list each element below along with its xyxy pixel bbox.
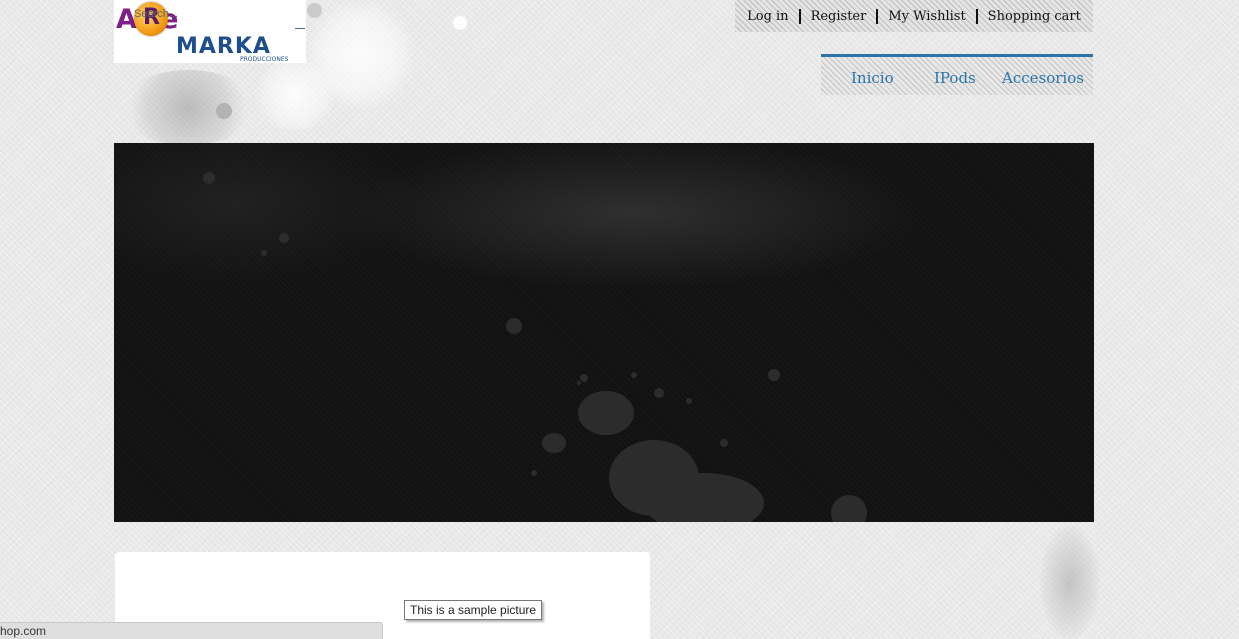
- search-submit-link[interactable]: [295, 28, 305, 29]
- shopping-cart-link[interactable]: Shopping cart: [978, 9, 1091, 24]
- search-input[interactable]: Search...: [134, 8, 178, 20]
- nav-item-accesorios[interactable]: Accesorios: [1002, 69, 1084, 87]
- banner-splatter: [203, 172, 867, 522]
- login-link[interactable]: Log in: [737, 9, 798, 24]
- sample-picture-caption: This is a sample picture: [404, 600, 543, 620]
- register-link[interactable]: Register: [801, 9, 877, 24]
- top-links-bar: Log in Register My Wishlist Shopping car…: [735, 0, 1093, 32]
- site-logo[interactable]: Arte R MARKA PRODUCCIONES Search...: [114, 0, 306, 63]
- hero-banner: [114, 143, 1094, 522]
- browser-status-bar: hop.com: [0, 622, 383, 639]
- wishlist-link[interactable]: My Wishlist: [878, 9, 975, 24]
- nav-item-ipods[interactable]: IPods: [934, 69, 976, 87]
- nav-item-inicio[interactable]: Inicio: [851, 69, 894, 87]
- logo-tagline: PRODUCCIONES: [240, 56, 289, 63]
- main-navigation: Inicio IPods Accesorios: [821, 54, 1093, 95]
